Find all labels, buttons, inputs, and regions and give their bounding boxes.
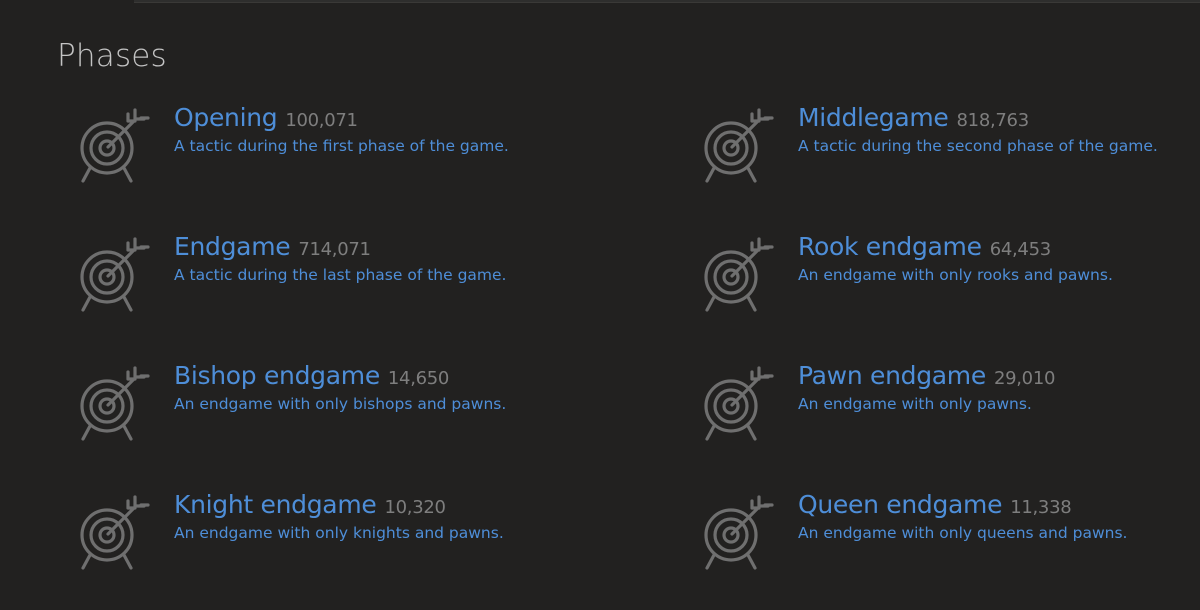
theme-name[interactable]: Endgame — [174, 232, 291, 261]
theme-heading: Pawn endgame 29,010 — [798, 361, 1055, 390]
theme-count: 64,453 — [989, 239, 1051, 260]
theme-count: 100,071 — [285, 110, 358, 131]
theme-card-opening[interactable]: Opening 100,071 A tactic during the first… — [78, 96, 702, 225]
theme-count: 10,320 — [384, 497, 446, 518]
theme-description: An endgame with only bishops and pawns. — [174, 395, 507, 413]
theme-count: 29,010 — [993, 368, 1056, 389]
theme-card-bishop-endgame[interactable]: Bishop endgame 14,650 An endgame with onl… — [78, 354, 702, 483]
theme-description: An endgame with only knights and pawns. — [174, 524, 504, 542]
theme-card-text: Pawn endgame 29,010 An endgame with only … — [798, 361, 1055, 413]
theme-description: A tactic during the last phase of the ga… — [174, 266, 507, 284]
theme-description: A tactic during the first phase of the g… — [174, 137, 509, 155]
theme-heading: Knight endgame 10,320 — [174, 490, 504, 519]
target-arrow-icon — [78, 364, 150, 444]
theme-card-text: Middlegame 818,763 A tactic during the se… — [798, 103, 1158, 155]
theme-grid: Opening 100,071 A tactic during the first… — [78, 96, 1200, 610]
theme-heading: Middlegame 818,763 — [798, 103, 1158, 132]
theme-name[interactable]: Pawn endgame — [798, 361, 986, 390]
theme-card-rook-endgame[interactable]: Rook endgame 64,453 An endgame with only … — [702, 225, 1200, 354]
top-divider — [134, 0, 1200, 3]
theme-card-text: Rook endgame 64,453 An endgame with only … — [798, 232, 1113, 284]
theme-card-text: Endgame 714,071 A tactic during the last … — [174, 232, 506, 284]
target-arrow-icon — [78, 106, 150, 186]
theme-heading: Rook endgame 64,453 — [798, 232, 1113, 261]
theme-card-text: Knight endgame 10,320 An endgame with onl… — [174, 490, 504, 542]
target-arrow-icon — [702, 235, 774, 315]
theme-description: An endgame with only pawns. — [798, 395, 1032, 413]
target-arrow-icon — [702, 364, 774, 444]
theme-card-pawn-endgame[interactable]: Pawn endgame 29,010 An endgame with only … — [702, 354, 1200, 483]
theme-name[interactable]: Bishop endgame — [174, 361, 380, 390]
theme-card-knight-endgame[interactable]: Knight endgame 10,320 An endgame with onl… — [78, 483, 702, 610]
theme-name[interactable]: Middlegame — [798, 103, 949, 132]
theme-heading: Opening 100,071 — [174, 103, 509, 132]
theme-name[interactable]: Rook endgame — [798, 232, 982, 261]
theme-name[interactable]: Queen endgame — [798, 490, 1003, 519]
theme-name[interactable]: Opening — [174, 103, 278, 132]
theme-card-text: Queen endgame 11,338 An endgame with only… — [798, 490, 1127, 542]
theme-count: 714,071 — [298, 239, 371, 260]
theme-heading: Queen endgame 11,338 — [798, 490, 1127, 519]
theme-heading: Endgame 714,071 — [174, 232, 506, 261]
theme-card-endgame[interactable]: Endgame 714,071 A tactic during the last … — [78, 225, 702, 354]
theme-card-text: Opening 100,071 A tactic during the first… — [174, 103, 509, 155]
theme-card-queen-endgame[interactable]: Queen endgame 11,338 An endgame with only… — [702, 483, 1200, 610]
target-arrow-icon — [78, 493, 150, 573]
target-arrow-icon — [702, 493, 774, 573]
theme-count: 14,650 — [387, 368, 450, 389]
theme-heading: Bishop endgame 14,650 — [174, 361, 506, 390]
section-title: Phases — [57, 38, 167, 74]
target-arrow-icon — [78, 235, 150, 315]
theme-card-middlegame[interactable]: Middlegame 818,763 A tactic during the se… — [702, 96, 1200, 225]
theme-count: 11,338 — [1010, 497, 1072, 518]
theme-description: An endgame with only rooks and pawns. — [798, 266, 1113, 284]
target-arrow-icon — [702, 106, 774, 186]
theme-card-text: Bishop endgame 14,650 An endgame with onl… — [174, 361, 506, 413]
theme-description: A tactic during the second phase of the … — [798, 137, 1158, 155]
theme-description: An endgame with only queens and pawns. — [798, 524, 1128, 542]
theme-count: 818,763 — [956, 110, 1030, 131]
theme-name[interactable]: Knight endgame — [174, 490, 377, 519]
